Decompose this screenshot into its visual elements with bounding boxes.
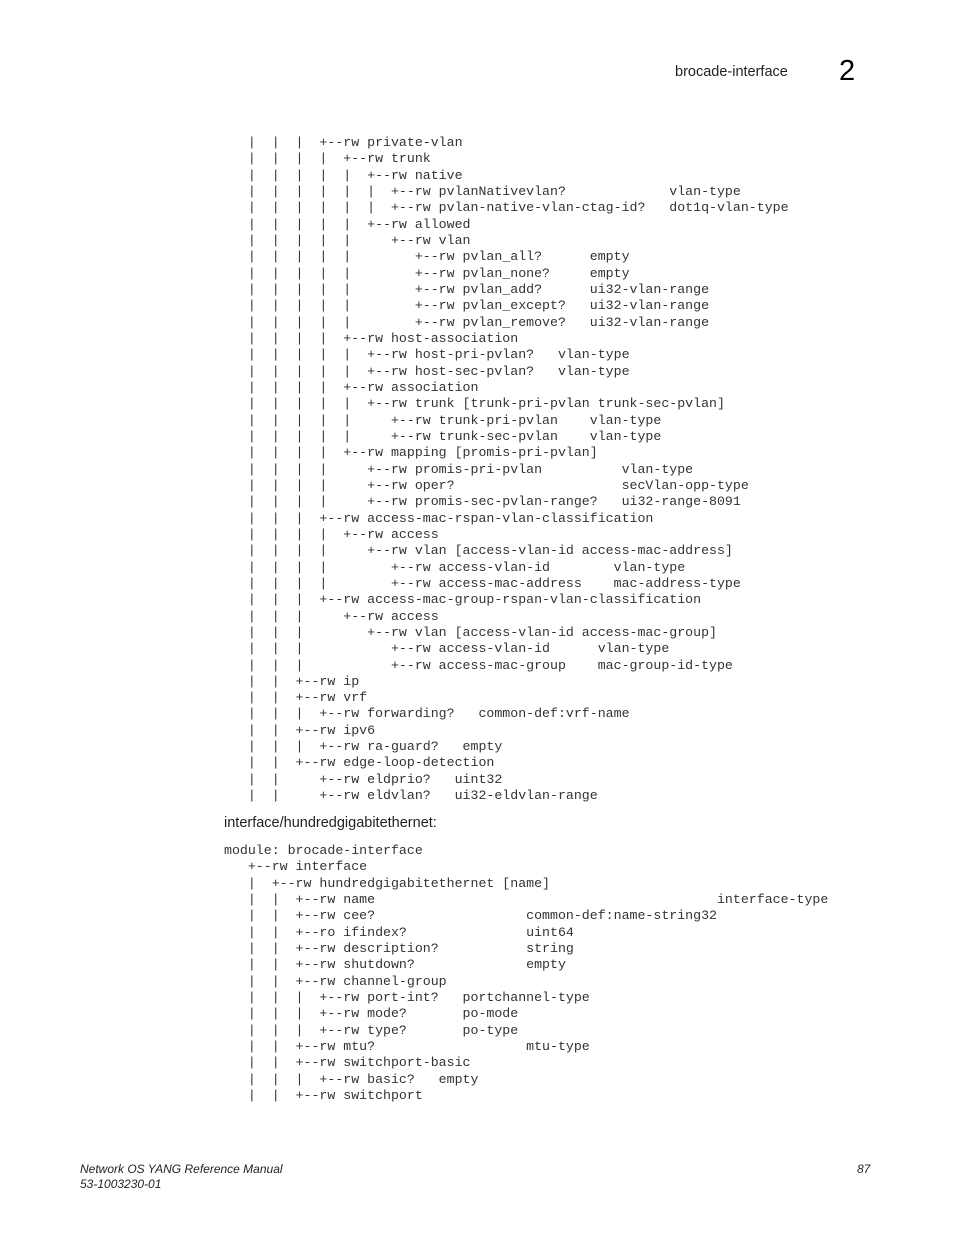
code-line: | | | | +--rw promis-pri-pvlan vlan-type xyxy=(224,461,694,477)
code-line: | | | +--rw mode? po-mode xyxy=(224,1006,519,1022)
code-line: | | +--rw eldvlan? ui32-eldvlan-range xyxy=(224,788,598,804)
code-line: | | | | | | +--rw pvlan-native-vlan-ctag… xyxy=(224,200,789,216)
code-line: | | | +--rw access-vlan-id vlan-type xyxy=(224,641,670,657)
code-line: +--rw interface xyxy=(224,859,368,875)
code-line: | | | | | | +--rw pvlanNativevlan? vlan-… xyxy=(224,183,741,199)
code-line: | | +--rw cee? common-def:name-string32 xyxy=(224,908,717,924)
code-line: | | +--rw mtu? mtu-type xyxy=(224,1038,590,1054)
code-line: | | | +--rw port-int? portchannel-type xyxy=(224,989,590,1005)
code-line: | | | | +--rw access-vlan-id vlan-type xyxy=(224,559,686,575)
code-line: | | | +--rw basic? empty xyxy=(224,1071,479,1087)
footer-manual-title: Network OS YANG Reference Manual xyxy=(80,1162,283,1176)
code-line: | | | | +--rw mapping [promis-pri-pvlan] xyxy=(224,445,598,461)
chapter-number: 2 xyxy=(839,55,856,87)
code-line: | | | | +--rw access-mac-address mac-add… xyxy=(224,575,741,591)
code-line: | | | | | +--rw trunk-sec-pvlan vlan-typ… xyxy=(224,428,662,444)
code-line: | | +--rw switchport-basic xyxy=(224,1055,471,1071)
code-line: | | | | | +--rw vlan xyxy=(224,232,471,248)
section-heading: interface/hundredgigabitethernet: xyxy=(224,815,437,831)
code-line: | | | | | +--rw trunk-pri-pvlan vlan-typ… xyxy=(224,412,662,428)
code-line: | | | | | +--rw pvlan_remove? ui32-vlan-… xyxy=(224,314,710,330)
code-line: | | | | | +--rw host-sec-pvlan? vlan-typ… xyxy=(224,363,630,379)
code-line: | | | | | +--rw pvlan_add? ui32-vlan-ran… xyxy=(224,281,710,297)
code-line: | | +--rw switchport xyxy=(224,1087,423,1103)
code-line: | | +--rw name interface-type xyxy=(224,891,829,907)
code-line: | | | +--rw private-vlan xyxy=(224,135,463,150)
code-line: | +--rw hundredgigabitethernet [name] xyxy=(224,875,551,891)
code-line: | | | | +--rw trunk xyxy=(224,151,431,167)
code-line: | | | | | +--rw allowed xyxy=(224,216,471,232)
code-line: | | | | | +--rw trunk [trunk-pri-pvlan t… xyxy=(224,396,725,412)
code-line: | | | +--rw access-mac-group-rspan-vlan-… xyxy=(224,592,702,608)
code-line: | | | +--rw access-mac-group mac-group-i… xyxy=(224,657,733,673)
code-line: | | +--rw ipv6 xyxy=(224,722,376,738)
code-line: | | | +--rw type? po-type xyxy=(224,1022,519,1038)
footer-document-number: 53-1003230-01 xyxy=(80,1177,162,1191)
code-line: | | +--rw channel-group xyxy=(224,973,447,989)
code-line: | | | | +--rw host-association xyxy=(224,330,519,346)
code-line: | | | | | +--rw pvlan_except? ui32-vlan-… xyxy=(224,298,710,314)
code-line: | | +--rw ip xyxy=(224,673,360,689)
code-line: | | | | | +--rw native xyxy=(224,167,463,183)
code-line: | | +--rw description? string xyxy=(224,940,574,956)
code-line: | | +--rw vrf xyxy=(224,690,368,706)
code-line: | | | | +--rw vlan [access-vlan-id acces… xyxy=(224,543,733,559)
code-line: | | | | | +--rw host-pri-pvlan? vlan-typ… xyxy=(224,347,630,363)
yang-module-code-block: module: brocade-interface +--rw interfac… xyxy=(224,843,828,1104)
code-line: | | | +--rw access-mac-rspan-vlan-classi… xyxy=(224,510,654,526)
code-line: | | | +--rw vlan [access-vlan-id access-… xyxy=(224,624,717,640)
code-line: | | | +--rw ra-guard? empty xyxy=(224,739,503,755)
code-line: | | +--rw eldprio? uint32 xyxy=(224,771,503,787)
code-line: | | | | | +--rw pvlan_all? empty xyxy=(224,249,630,265)
code-line: | | | | +--rw access xyxy=(224,526,439,542)
code-line: | | | | | +--rw pvlan_none? empty xyxy=(224,265,630,281)
code-line: | | | +--rw access xyxy=(224,608,439,624)
code-line: | | +--ro ifindex? uint64 xyxy=(224,924,574,940)
running-header-title: brocade-interface xyxy=(675,64,788,80)
footer-page-number: 87 xyxy=(857,1162,871,1176)
yang-tree-code-block: | | | +--rw private-vlan | | | | +--rw t… xyxy=(224,135,789,804)
code-line: | | | | +--rw promis-sec-pvlan-range? ui… xyxy=(224,494,741,510)
code-line: | | +--rw edge-loop-detection xyxy=(224,755,495,771)
code-line: | | | | +--rw oper? secVlan-opp-type xyxy=(224,477,749,493)
code-line: | | | +--rw forwarding? common-def:vrf-n… xyxy=(224,706,630,722)
code-line: | | | | +--rw association xyxy=(224,379,479,395)
code-line: module: brocade-interface xyxy=(224,843,423,858)
code-line: | | +--rw shutdown? empty xyxy=(224,957,566,973)
